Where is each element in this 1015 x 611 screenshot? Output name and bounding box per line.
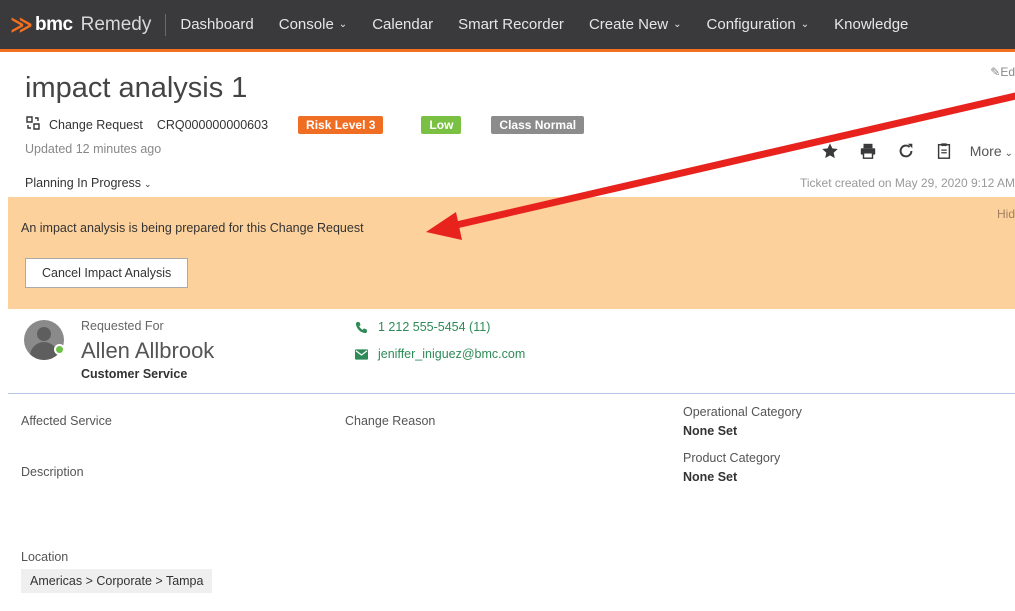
envelope-icon — [355, 348, 369, 360]
print-icon[interactable] — [856, 139, 880, 163]
impact-analysis-banner: An impact analysis is being prepared for… — [8, 197, 1015, 309]
nav-create-new-label: Create New — [588, 16, 669, 33]
chevron-down-icon: ⌄ — [673, 19, 682, 30]
presence-indicator — [54, 344, 65, 355]
banner-message: An impact analysis is being prepared for… — [21, 221, 364, 235]
more-label: More — [969, 143, 1002, 159]
ticket-meta: Change Request CRQ000000000603 Risk Leve… — [25, 115, 585, 135]
ticket-title: impact analysis 1 — [25, 72, 248, 104]
class-badge: Class Normal — [491, 116, 585, 134]
priority-badge: Low — [421, 116, 462, 134]
product-name: Remedy — [80, 13, 152, 35]
operational-category-label: Operational Category — [683, 405, 802, 419]
nav-smart-recorder[interactable]: Smart Recorder — [458, 16, 564, 33]
updated-time: Updated 12 minutes ago — [25, 142, 162, 156]
banner-hide-link[interactable]: Hid — [997, 207, 1015, 221]
bmc-logo[interactable]: ≫ bmc Remedy — [0, 0, 151, 49]
ticket-type: Change Request — [49, 118, 143, 132]
email-address: jeniffer_iniguez@bmc.com — [378, 347, 526, 361]
chevron-down-icon: ⌄ — [800, 19, 810, 30]
ticket-id: CRQ000000000603 — [156, 118, 269, 132]
chevron-down-icon: ⌄ — [338, 19, 348, 30]
operational-category-value: None Set — [683, 424, 738, 438]
nav-dashboard[interactable]: Dashboard — [180, 16, 253, 33]
refresh-icon[interactable] — [894, 139, 918, 163]
nav-create-new[interactable]: Create New ⌄ — [589, 16, 682, 33]
ticket-created: Ticket created on May 29, 2020 9:12 AM — [799, 176, 1015, 190]
requested-for-label: Requested For — [81, 319, 164, 333]
nav-calendar-label: Calendar — [372, 16, 434, 33]
status-label: Planning In Progress — [25, 176, 142, 190]
copy-icon[interactable] — [932, 139, 956, 163]
bmc-chevron-icon: ≫ — [10, 11, 34, 37]
top-navigation-bar: ≫ bmc Remedy Dashboard Console ⌄ Calendar… — [0, 0, 1015, 52]
nav-knowledge[interactable]: Knowledge — [834, 16, 908, 33]
location-value[interactable]: Americas > Corporate > Tampa — [21, 569, 213, 593]
nav-console-label: Console — [278, 16, 334, 33]
nav-smart-recorder-label: Smart Recorder — [458, 16, 564, 33]
description-label: Description — [21, 465, 84, 479]
nav-knowledge-label: Knowledge — [834, 16, 909, 33]
location-label: Location — [21, 550, 69, 564]
edit-link[interactable]: ✎Ed — [990, 65, 1015, 79]
phone-number: 1 212 555-5454 (11) — [378, 320, 491, 334]
pencil-icon: ✎ — [990, 65, 1001, 79]
change-request-icon — [25, 115, 41, 135]
product-category-value: None Set — [683, 470, 738, 484]
star-icon[interactable] — [818, 139, 842, 163]
nav-console[interactable]: Console ⌄ — [279, 16, 347, 33]
cancel-impact-analysis-button[interactable]: Cancel Impact Analysis — [25, 258, 189, 288]
nav-calendar[interactable]: Calendar — [372, 16, 433, 33]
edit-label: Ed — [1000, 65, 1015, 79]
risk-badge: Risk Level 3 — [298, 116, 384, 134]
nav-dashboard-label: Dashboard — [180, 16, 254, 33]
product-category-label: Product Category — [683, 451, 781, 465]
ticket-header: impact analysis 1 ✎Ed Change Request CRQ… — [0, 55, 1015, 197]
customer-email[interactable]: jeniffer_iniguez@bmc.com — [355, 347, 525, 361]
customer-department: Customer Service — [81, 367, 188, 381]
more-menu[interactable]: More ⌄ — [970, 143, 1013, 159]
nav-configuration-label: Configuration — [706, 16, 796, 33]
change-reason-label: Change Reason — [345, 414, 436, 428]
chevron-down-icon: ⌄ — [144, 179, 152, 189]
customer-section: Requested For Allen Allbrook Customer Se… — [8, 309, 1015, 394]
status-dropdown[interactable]: Planning In Progress ⌄ — [25, 176, 152, 190]
ticket-toolbar: More ⌄ — [818, 139, 1015, 163]
customer-name[interactable]: Allen Allbrook — [81, 338, 214, 364]
chevron-down-icon: ⌄ — [1004, 148, 1013, 159]
nav-configuration[interactable]: Configuration ⌄ — [707, 16, 810, 33]
avatar-head-shape — [37, 327, 51, 341]
brand-name: bmc — [35, 13, 73, 35]
affected-service-label: Affected Service — [21, 414, 112, 428]
customer-phone[interactable]: 1 212 555-5454 (11) — [355, 320, 490, 334]
nav-divider — [165, 13, 167, 36]
phone-icon — [355, 321, 369, 334]
